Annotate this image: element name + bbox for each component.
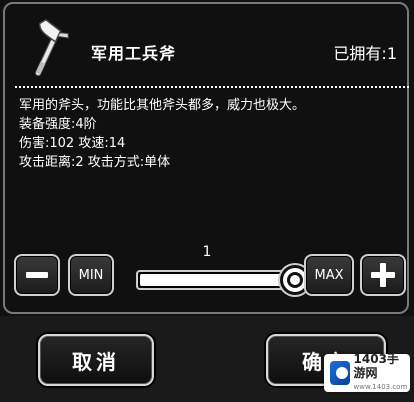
divider (15, 86, 409, 88)
min-button[interactable]: MIN (68, 254, 114, 296)
description-line: 攻击距离:2 攻击方式:单体 (19, 155, 171, 170)
item-description: 军用的斧头，功能比其他斧头都多，威力也极大。 装备强度:4阶 伤害:102 攻速… (19, 96, 305, 172)
increase-button[interactable] (360, 254, 406, 296)
description-line: 军用的斧头，功能比其他斧头都多，威力也极大。 (19, 98, 306, 113)
item-header: 军用工兵斧 已拥有:1 (5, 4, 407, 90)
axe-icon (35, 18, 69, 77)
slider-fill (140, 274, 282, 286)
quantity-slider[interactable] (136, 270, 298, 290)
watermark-text: 1403手游网 (353, 352, 399, 380)
minus-icon (26, 272, 48, 278)
watermark: 1403手游网 www.1403.com (324, 352, 410, 392)
watermark-logo-icon (330, 361, 350, 385)
description-line: 装备强度:4阶 (19, 117, 97, 132)
watermark-subtext: www.1403.com (353, 383, 408, 391)
item-purchase-dialog: 军用工兵斧 已拥有:1 军用的斧头，功能比其他斧头都多，威力也极大。 装备强度:… (0, 0, 414, 402)
item-name: 军用工兵斧 (91, 44, 177, 63)
decrease-button[interactable] (14, 254, 60, 296)
cancel-button[interactable]: 取消 (38, 334, 154, 386)
description-line: 伤害:102 攻速:14 (19, 136, 126, 151)
owned-count: 已拥有:1 (333, 44, 397, 63)
plus-icon (371, 263, 395, 287)
max-button[interactable]: MAX (304, 254, 354, 296)
